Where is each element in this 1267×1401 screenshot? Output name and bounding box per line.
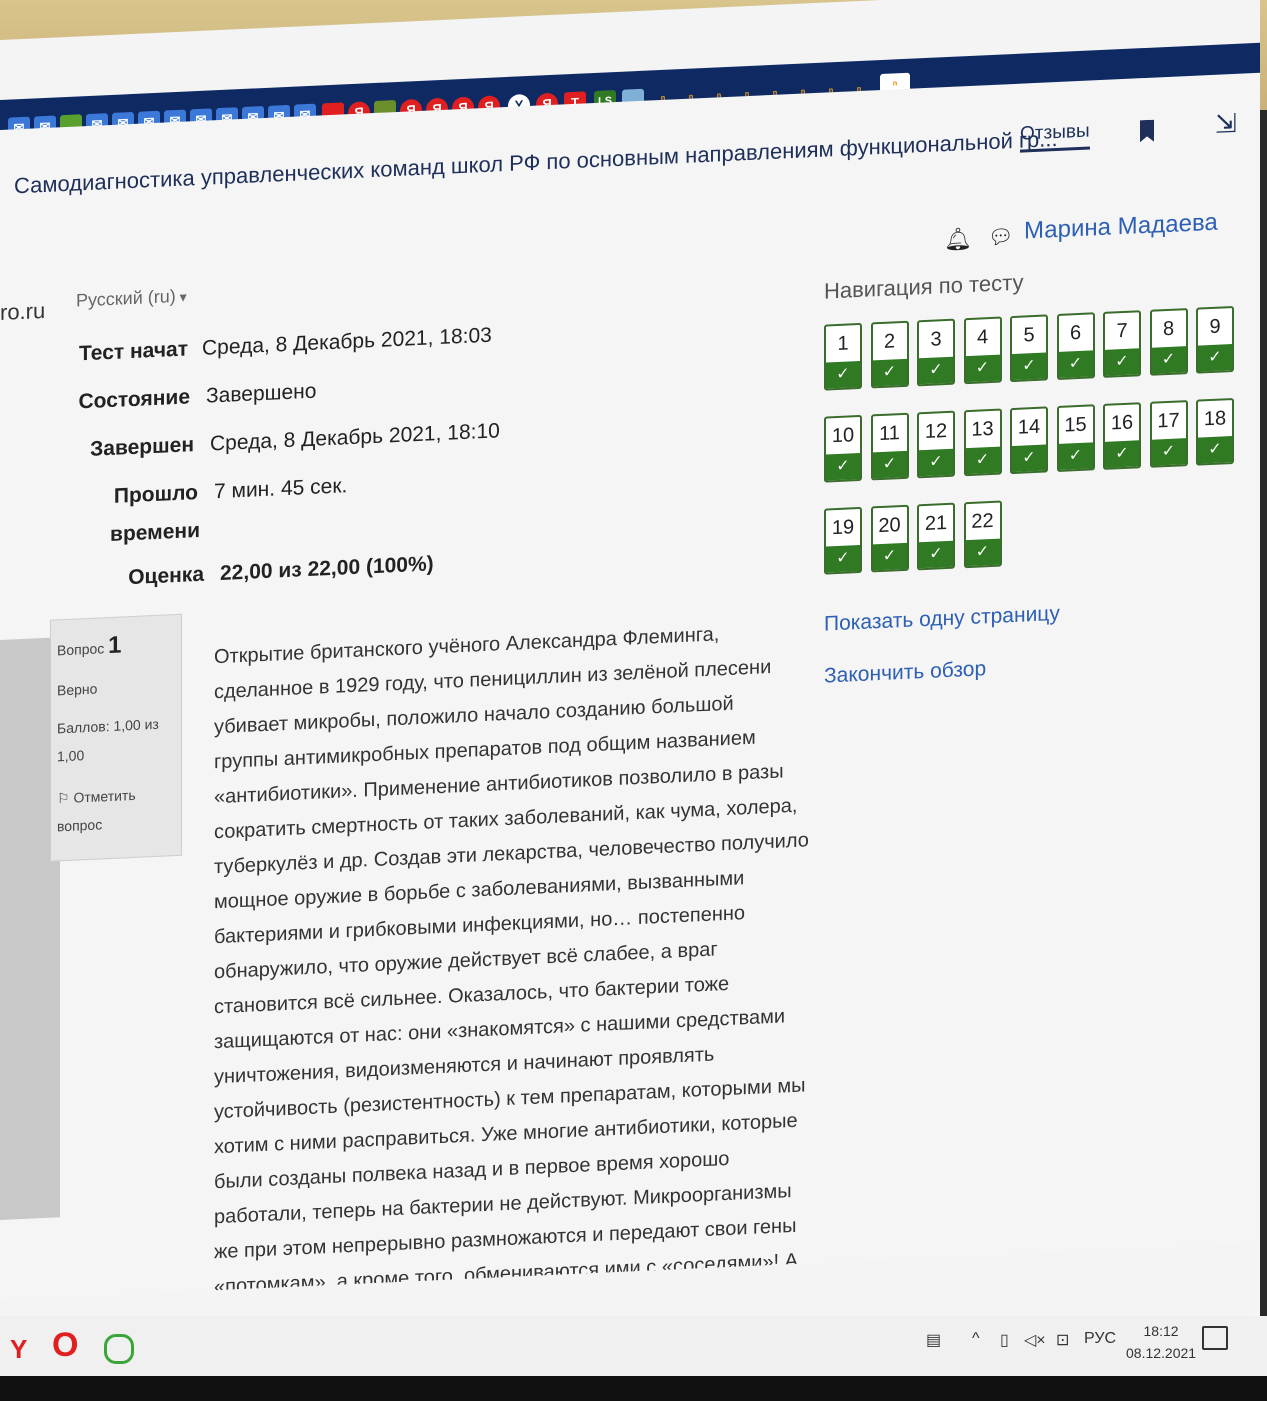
question-nav-button[interactable]: 11 ✓ (870, 412, 909, 481)
question-nav-button[interactable]: 21 ✓ (917, 502, 955, 571)
question-nav-button[interactable]: 6 ✓ (1056, 312, 1095, 381)
question-number: 1 (108, 631, 122, 660)
question-nav-button[interactable]: 2 ✓ (870, 320, 909, 389)
question-nav-button[interactable]: 15 ✓ (1056, 404, 1095, 473)
question-nav-button[interactable]: 13 ✓ (963, 408, 1002, 477)
question-nav-button[interactable]: 17 ✓ (1149, 400, 1188, 468)
question-nav-number: 18 (1203, 407, 1227, 431)
question-nav-button[interactable]: 8 ✓ (1149, 308, 1188, 376)
chat-icon[interactable]: 💬︎ (988, 224, 1013, 250)
check-icon: ✓ (1151, 346, 1186, 374)
question-nav-number: 21 (924, 511, 948, 536)
taskbar-surface (0, 1316, 1267, 1376)
clock-time: 18:12 (1143, 1323, 1179, 1339)
summary-value-state: Завершено (206, 379, 317, 408)
check-icon: ✓ (872, 542, 907, 571)
question-nav-number: 13 (971, 417, 994, 441)
volume-icon[interactable]: ◁× (1024, 1330, 1046, 1350)
reviews-link[interactable]: Отзывы (1020, 120, 1090, 153)
network-icon[interactable]: ⊡ (1056, 1330, 1069, 1350)
question-nav-button[interactable]: 22 ✓ (963, 500, 1002, 569)
question-nav-number: 17 (1157, 409, 1180, 433)
question-nav-number: 1 (837, 332, 849, 355)
yandex-browser-icon[interactable]: Y (10, 1334, 27, 1365)
check-icon: ✓ (919, 540, 953, 569)
question-nav-button[interactable]: 19 ✓ (824, 506, 862, 575)
question-nav-number: 8 (1162, 317, 1175, 341)
check-icon: ✓ (1012, 444, 1046, 473)
check-icon: ✓ (919, 448, 953, 477)
question-nav-button[interactable]: 4 ✓ (963, 316, 1002, 385)
news-icon[interactable]: ▤ (926, 1330, 941, 1350)
question-points: Баллов: 1,00 из (57, 715, 159, 737)
question-nav-number: 3 (930, 328, 942, 351)
check-icon: ✓ (872, 450, 907, 479)
question-nav-number: 6 (1069, 321, 1082, 345)
question-text: Открытие британского учёного Александра … (214, 615, 809, 1340)
flag-question-label[interactable]: вопрос (57, 816, 102, 834)
question-nav-button[interactable]: 5 ✓ (1010, 314, 1048, 383)
flag-question-button[interactable]: ⚐ Отметить (57, 787, 136, 808)
question-nav-number: 19 (831, 516, 855, 540)
check-icon: ✓ (1198, 344, 1232, 372)
clock-date: 08.12.2021 (1126, 1345, 1197, 1361)
question-nav-number: 7 (1116, 319, 1128, 343)
question-points-value: 1,00 (57, 747, 85, 765)
question-status: Верно (57, 680, 98, 699)
flag-icon: ⚐ (57, 789, 70, 807)
check-icon: ✓ (965, 538, 1000, 567)
question-nav-button[interactable]: 9 ✓ (1196, 305, 1234, 374)
check-icon: ✓ (919, 356, 953, 385)
question-nav-button[interactable]: 20 ✓ (870, 504, 909, 573)
notifications-icon[interactable] (1202, 1326, 1228, 1350)
question-nav-button[interactable]: 10 ✓ (824, 414, 862, 483)
question-nav-button[interactable]: 1 ✓ (824, 322, 862, 391)
question-nav-number: 11 (879, 422, 900, 446)
question-info-box: Вопрос 1 Верно Баллов: 1,00 из 1,00 ⚐ От… (50, 613, 182, 862)
question-label: Вопрос 1 (57, 631, 122, 660)
green-app-icon[interactable] (104, 1334, 134, 1364)
check-icon: ✓ (965, 354, 1000, 383)
question-nav-number: 22 (971, 509, 994, 533)
question-nav-number: 12 (924, 419, 948, 444)
check-icon: ✓ (1151, 438, 1186, 466)
question-nav-button[interactable]: 14 ✓ (1010, 406, 1048, 475)
chevron-up-icon[interactable]: ^ (972, 1330, 980, 1348)
check-icon: ✓ (826, 452, 860, 481)
clock[interactable]: 18:12 08.12.2021 (1126, 1320, 1196, 1364)
check-icon: ✓ (965, 446, 1000, 475)
check-icon: ✓ (1012, 352, 1046, 381)
question-nav-number: 10 (831, 424, 855, 448)
taskbar (0, 1316, 1267, 1401)
bell-icon[interactable]: 🔔︎ (944, 226, 972, 253)
question-nav-button[interactable]: 16 ✓ (1103, 402, 1141, 470)
question-nav-number: 5 (1023, 324, 1035, 347)
check-icon: ✓ (1105, 440, 1139, 468)
question-nav-number: 2 (883, 330, 896, 353)
site-link[interactable]: ro.ru (0, 298, 45, 326)
question-nav-button[interactable]: 3 ✓ (917, 318, 955, 387)
check-icon: ✓ (1058, 442, 1093, 470)
page-content: Самодиагностика управленческих команд шк… (0, 0, 1267, 1401)
question-nav-number: 9 (1209, 315, 1221, 339)
check-icon: ✓ (826, 544, 860, 573)
question-nav-button[interactable]: 12 ✓ (917, 410, 955, 479)
question-nav-number: 15 (1064, 413, 1087, 437)
extension-icon[interactable]: ⇲ (1215, 108, 1237, 140)
check-icon: ✓ (1058, 350, 1093, 378)
check-icon: ✓ (872, 358, 907, 387)
input-language[interactable]: РУС (1084, 1330, 1116, 1348)
question-nav-button[interactable]: 7 ✓ (1103, 310, 1141, 378)
check-icon: ✓ (1198, 436, 1232, 464)
question-nav-number: 14 (1017, 415, 1041, 439)
check-icon: ✓ (826, 360, 860, 389)
question-nav-number: 16 (1110, 411, 1134, 435)
battery-icon[interactable]: ▯ (1000, 1330, 1009, 1350)
question-nav-number: 20 (878, 514, 901, 538)
opera-icon[interactable]: O (52, 1326, 78, 1365)
check-icon: ✓ (1105, 348, 1139, 376)
question-nav-number: 4 (976, 326, 989, 349)
question-nav-button[interactable]: 18 ✓ (1196, 397, 1234, 466)
